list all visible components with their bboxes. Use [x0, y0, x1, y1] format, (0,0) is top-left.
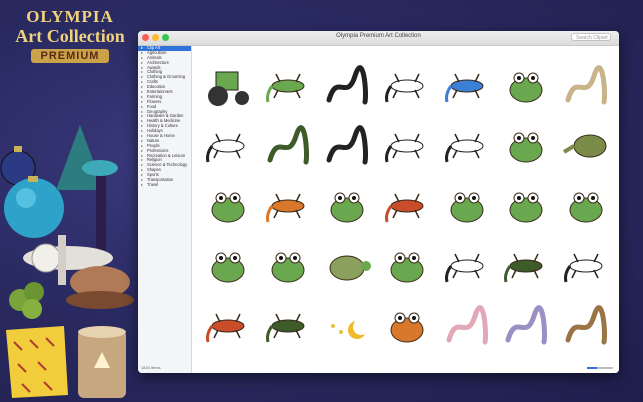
clipart-thumbnail-lizard[interactable]	[258, 56, 318, 116]
clipart-thumbnail-chameleon[interactable]	[377, 176, 437, 236]
clipart-thumbnail-gecko-dark[interactable]	[497, 236, 557, 296]
title-bar: Olympia Premium Art Collection Search Cl…	[138, 31, 619, 46]
clipart-thumbnail-snake-purple[interactable]	[497, 296, 557, 356]
clipart-thumbnail-gecko-outline[interactable]	[437, 116, 497, 176]
promo-illustrations	[0, 125, 134, 398]
clipart-browser	[192, 46, 619, 373]
clipart-thumbnail-frog-sitting[interactable]	[556, 176, 616, 236]
clipart-thumbnail-cobra[interactable]	[258, 116, 318, 176]
clipart-thumbnail-moon-stars[interactable]	[317, 296, 377, 356]
window-title: Olympia Premium Art Collection	[336, 33, 421, 39]
clipart-thumbnail-gecko[interactable]	[437, 56, 497, 116]
clipart-thumbnail-frog-blue[interactable]	[497, 56, 557, 116]
zoom-slider[interactable]	[587, 367, 613, 369]
clipart-thumbnail-frog-toy[interactable]	[497, 116, 557, 176]
clipart-thumbnail-frog-plush[interactable]	[198, 176, 258, 236]
clipart-thumbnail-frog-sitting-green[interactable]	[377, 236, 437, 296]
clipart-thumbnail-salamander-outline[interactable]	[377, 116, 437, 176]
clipart-thumbnail-gecko-outline[interactable]	[556, 236, 616, 296]
item-count: 1834 items	[141, 365, 161, 370]
clipart-thumbnail-salamander-outline[interactable]	[377, 56, 437, 116]
clipart-thumbnail-frog-cartoon[interactable]	[317, 176, 377, 236]
clipart-thumbnail-frog-small[interactable]	[258, 236, 318, 296]
clipart-thumbnail-snake-coil[interactable]	[317, 56, 377, 116]
clipart-thumbnail-frog-branch[interactable]	[198, 236, 258, 296]
clipart-thumbnail-frog-green[interactable]	[497, 176, 557, 236]
clipart-thumbnail-turtle[interactable]	[317, 236, 377, 296]
clipart-thumbnail-gecko-red[interactable]	[198, 296, 258, 356]
search-input[interactable]: Search Clipart	[571, 33, 611, 41]
clipart-grid	[198, 56, 616, 356]
clipart-thumbnail-frog-pond[interactable]	[437, 176, 497, 236]
clipart-thumbnail-toad[interactable]	[377, 296, 437, 356]
app-window: Olympia Premium Art Collection Search Cl…	[138, 31, 619, 373]
clipart-thumbnail-lizard-black[interactable]	[258, 296, 318, 356]
clipart-thumbnail-lizard-outline[interactable]	[437, 236, 497, 296]
clipart-thumbnail-tadpole[interactable]	[556, 116, 616, 176]
sidebar-item[interactable]: Travel	[138, 182, 191, 188]
clipart-thumbnail-tractor[interactable]	[198, 56, 258, 116]
clipart-thumbnail-snake-wavy[interactable]	[556, 56, 616, 116]
clipart-thumbnail-chameleon-outline[interactable]	[198, 116, 258, 176]
clipart-thumbnail-snake-branch[interactable]	[556, 296, 616, 356]
clipart-thumbnail-gecko-orange[interactable]	[258, 176, 318, 236]
promo-art: OLYMPIA Art Collection PREMIUM	[0, 0, 138, 402]
clipart-thumbnail-snake-outline[interactable]	[317, 116, 377, 176]
clipart-thumbnail-worm[interactable]	[437, 296, 497, 356]
category-sidebar: Clip ArtAgricultureAnimalsArchitectureAw…	[138, 45, 192, 373]
